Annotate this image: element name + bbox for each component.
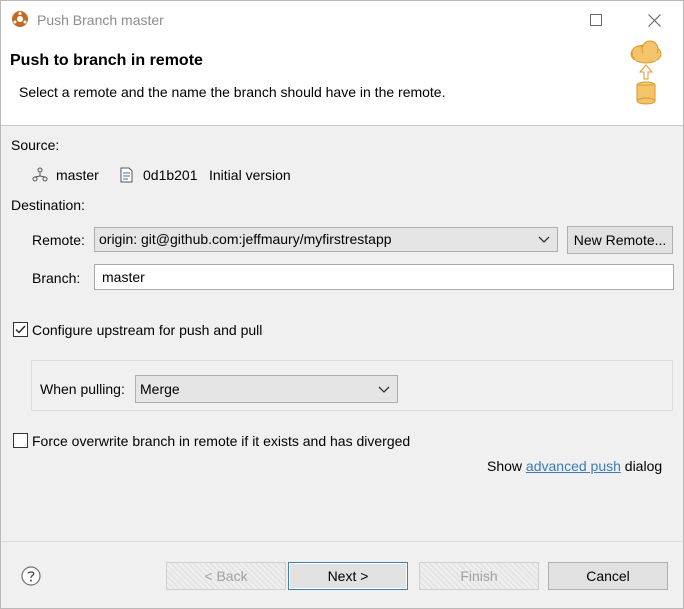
maximize-icon xyxy=(590,14,602,26)
configure-upstream-checkbox[interactable] xyxy=(13,322,28,337)
remote-label: Remote: xyxy=(32,232,85,248)
commit-icon xyxy=(120,167,133,183)
remote-select-value: origin: git@github.com:jeffmaury/myfirst… xyxy=(99,231,392,247)
source-branch: master xyxy=(56,167,99,183)
checkmark-icon xyxy=(15,325,26,334)
upstream-options-group: When pulling: Merge xyxy=(31,360,673,411)
push-to-cloud-icon xyxy=(630,40,662,105)
new-remote-button[interactable]: New Remote... xyxy=(567,226,673,254)
advanced-push-prefix: Show xyxy=(487,458,526,474)
cancel-button[interactable]: Cancel xyxy=(548,562,668,590)
page-description: Select a remote and the name the branch … xyxy=(19,84,446,100)
commit-id: 0d1b201 xyxy=(143,167,198,183)
chevron-down-icon xyxy=(538,236,550,243)
page-title: Push to branch in remote xyxy=(10,52,203,69)
advanced-push-text: Show advanced push dialog xyxy=(487,458,662,474)
branch-icon xyxy=(32,167,48,182)
commit-message: Initial version xyxy=(209,167,291,183)
close-icon xyxy=(647,13,661,27)
force-overwrite-label: Force overwrite branch in remote if it e… xyxy=(32,433,411,449)
source-label: Source: xyxy=(11,137,60,153)
force-overwrite-checkbox[interactable] xyxy=(13,433,28,448)
finish-button[interactable]: Finish xyxy=(419,562,539,590)
branch-name-field[interactable]: master xyxy=(94,264,674,290)
header-banner: Push to branch in remote Select a remote… xyxy=(1,39,683,126)
footer-separator xyxy=(1,541,683,542)
advanced-push-link[interactable]: advanced push xyxy=(526,458,621,474)
when-pulling-value: Merge xyxy=(140,381,180,397)
eclipse-app-icon xyxy=(12,11,28,27)
window-title: Push Branch master xyxy=(37,12,164,28)
when-pulling-label: When pulling: xyxy=(40,381,125,397)
when-pulling-select[interactable]: Merge xyxy=(135,375,398,403)
configure-upstream-label: Configure upstream for push and pull xyxy=(32,322,263,338)
next-button[interactable]: Next > xyxy=(288,562,408,590)
remote-select[interactable]: origin: git@github.com:jeffmaury/myfirst… xyxy=(94,227,558,252)
push-branch-dialog: Push Branch master Push to branch in rem… xyxy=(0,0,684,609)
close-button[interactable] xyxy=(631,3,677,37)
chevron-down-icon xyxy=(378,386,390,393)
destination-label: Destination: xyxy=(11,197,85,213)
branch-label: Branch: xyxy=(32,270,81,286)
back-button[interactable]: < Back xyxy=(166,562,286,590)
advanced-push-suffix: dialog xyxy=(620,458,663,474)
maximize-button[interactable] xyxy=(573,3,619,37)
title-bar: Push Branch master xyxy=(1,1,683,39)
help-icon[interactable] xyxy=(21,566,41,586)
